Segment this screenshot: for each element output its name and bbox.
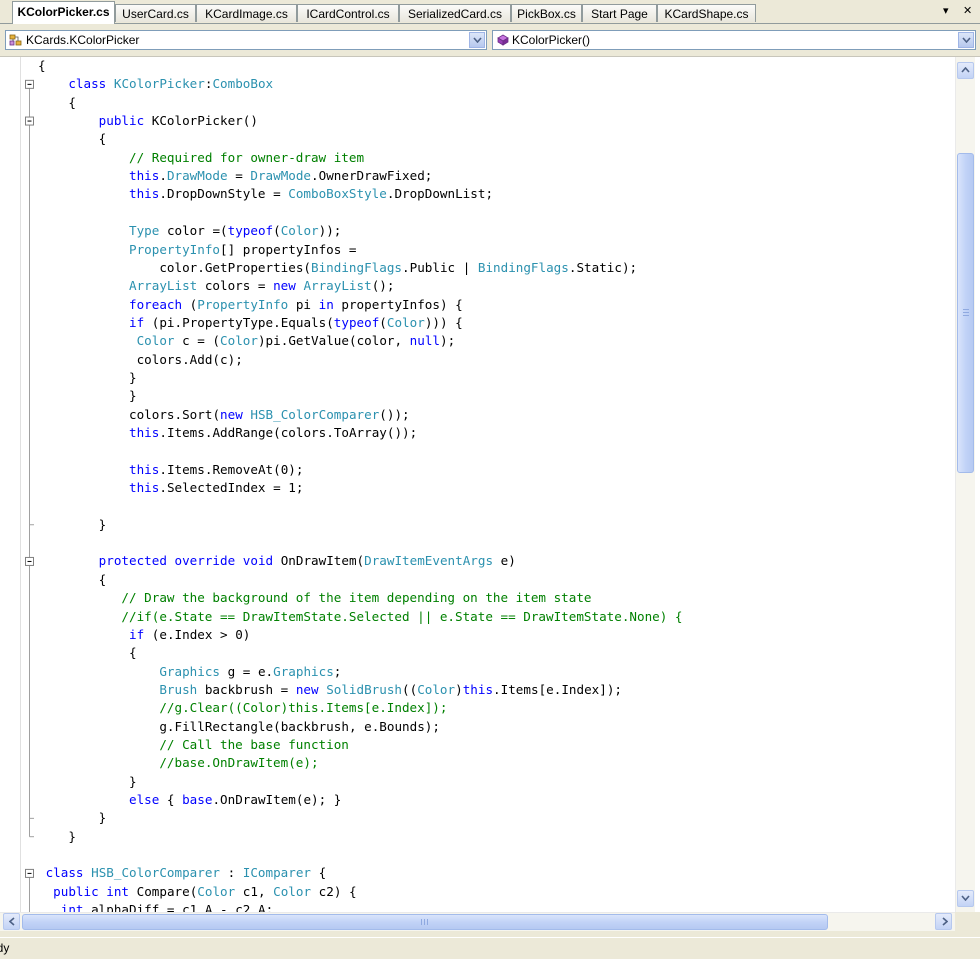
code-line: else { base.OnDrawItem(e); } <box>129 792 342 807</box>
code-line: { <box>38 571 107 587</box>
tab-usercard-cs[interactable]: UserCard.cs <box>115 4 196 22</box>
code-line: //g.Clear((Color)this.Items[e.Index]); <box>159 700 448 716</box>
tab-pickbox-cs[interactable]: PickBox.cs <box>511 4 582 22</box>
code-line: } <box>38 773 137 789</box>
method-icon <box>497 34 509 46</box>
tab-list-dropdown-icon[interactable]: ▾ <box>943 3 949 19</box>
code-line: protected override void OnDrawItem(DrawI… <box>98 553 516 569</box>
code-line: //base.OnDrawItem(e); <box>159 755 319 771</box>
status-text: ady <box>0 941 10 955</box>
code-line: // Required for owner-draw item <box>129 149 365 165</box>
code-line: } <box>38 828 76 844</box>
scroll-right-button[interactable] <box>935 913 952 930</box>
code-line: class KColorPicker:ComboBox <box>68 76 274 92</box>
code-line: { <box>38 58 46 73</box>
scroll-left-button[interactable] <box>3 913 20 930</box>
tab-kcardimage-cs[interactable]: KCardImage.cs <box>196 4 297 22</box>
code-line: if (pi.PropertyType.Equals(typeof(Color)… <box>129 314 463 330</box>
tab-icardcontrol-cs[interactable]: ICardControl.cs <box>297 4 399 22</box>
code-line: Type color =(typeof(Color)); <box>129 223 342 239</box>
scroll-up-button[interactable] <box>957 62 974 79</box>
code-line: Graphics g = e.Graphics; <box>159 663 342 679</box>
code-line: public KColorPicker() <box>98 113 258 129</box>
code-editor[interactable]: { class KColorPicker:ComboBox { public K… <box>0 57 980 931</box>
members-combo[interactable]: KColorPicker() <box>492 30 976 50</box>
code-line: { <box>38 645 137 661</box>
code-line: color.GetProperties(BindingFlags.Public … <box>159 259 638 275</box>
horizontal-scroll-thumb[interactable] <box>22 914 828 930</box>
horizontal-scrollbar[interactable] <box>0 912 955 931</box>
code-line: } <box>38 369 137 385</box>
code-line: if (e.Index > 0) <box>129 626 251 642</box>
scroll-down-button[interactable] <box>957 890 974 907</box>
scrollbar-corner <box>955 912 980 930</box>
code-line: this.DropDownStyle = ComboBoxStyle.DropD… <box>129 186 494 202</box>
code-line: Color c = (Color)pi.GetValue(color, null… <box>136 333 456 349</box>
code-line: } <box>38 810 107 826</box>
code-line: ArrayList colors = new ArrayList(); <box>129 278 395 294</box>
code-line: // Call the base function <box>159 736 349 752</box>
navigation-bar: KCards.KColorPicker KColorPicker() <box>0 24 980 57</box>
code-line: { <box>38 94 76 110</box>
code-line: } <box>38 516 107 532</box>
code-line: g.FillRectangle(backbrush, e.Bounds); <box>159 718 440 734</box>
close-document-icon[interactable]: ✕ <box>963 3 972 19</box>
code-line: Brush backbrush = new SolidBrush((Color)… <box>159 681 623 697</box>
code-line: colors.Add(c); <box>136 351 243 367</box>
vertical-scrollbar[interactable] <box>955 57 975 912</box>
code-line: this.Items.AddRange(colors.ToArray()); <box>129 425 418 440</box>
members-combo-value: KColorPicker() <box>512 33 591 47</box>
code-line: this.DrawMode = DrawMode.OwnerDrawFixed; <box>129 168 433 184</box>
document-tab-strip: KColorPicker.cs UserCard.cs KCardImage.cs I… <box>0 0 980 24</box>
types-combo[interactable]: KCards.KColorPicker <box>5 30 487 50</box>
code-line: class HSB_ColorComparer : IComparer { <box>45 865 327 881</box>
code-line: public int Compare(Color c1, Color c2) { <box>53 883 357 899</box>
tab-kcardshape-cs[interactable]: KCardShape.cs <box>657 4 756 22</box>
tab-kcolorpicker-cs[interactable]: KColorPicker.cs <box>12 1 115 24</box>
code-line: //if(e.State == DrawItemState.Selected |… <box>121 608 683 624</box>
tab-start-page[interactable]: Start Page <box>582 4 657 22</box>
chevron-down-icon[interactable] <box>958 32 974 48</box>
code-line: int alphaDiff = c1.A - c2.A; <box>60 902 274 912</box>
chevron-down-icon[interactable] <box>469 32 485 48</box>
code-line: this.SelectedIndex = 1; <box>129 480 304 496</box>
code-line: this.Items.RemoveAt(0); <box>129 461 304 477</box>
code-line: PropertyInfo[] propertyInfos = <box>129 241 357 257</box>
code-line: // Draw the background of the item depen… <box>121 590 592 606</box>
vertical-scroll-thumb[interactable] <box>957 153 974 473</box>
code-line: foreach (PropertyInfo pi in propertyInfo… <box>129 296 463 312</box>
code-line: } <box>38 388 137 404</box>
tab-serializedcard-cs[interactable]: SerializedCard.cs <box>399 4 511 22</box>
code-text-area[interactable]: { class KColorPicker:ComboBox { public K… <box>0 57 955 912</box>
status-bar: ady <box>0 937 980 959</box>
class-icon <box>9 34 22 46</box>
code-line: colors.Sort(new HSB_ColorComparer()); <box>129 406 410 422</box>
code-line: { <box>38 131 107 147</box>
types-combo-value: KCards.KColorPicker <box>26 33 140 47</box>
